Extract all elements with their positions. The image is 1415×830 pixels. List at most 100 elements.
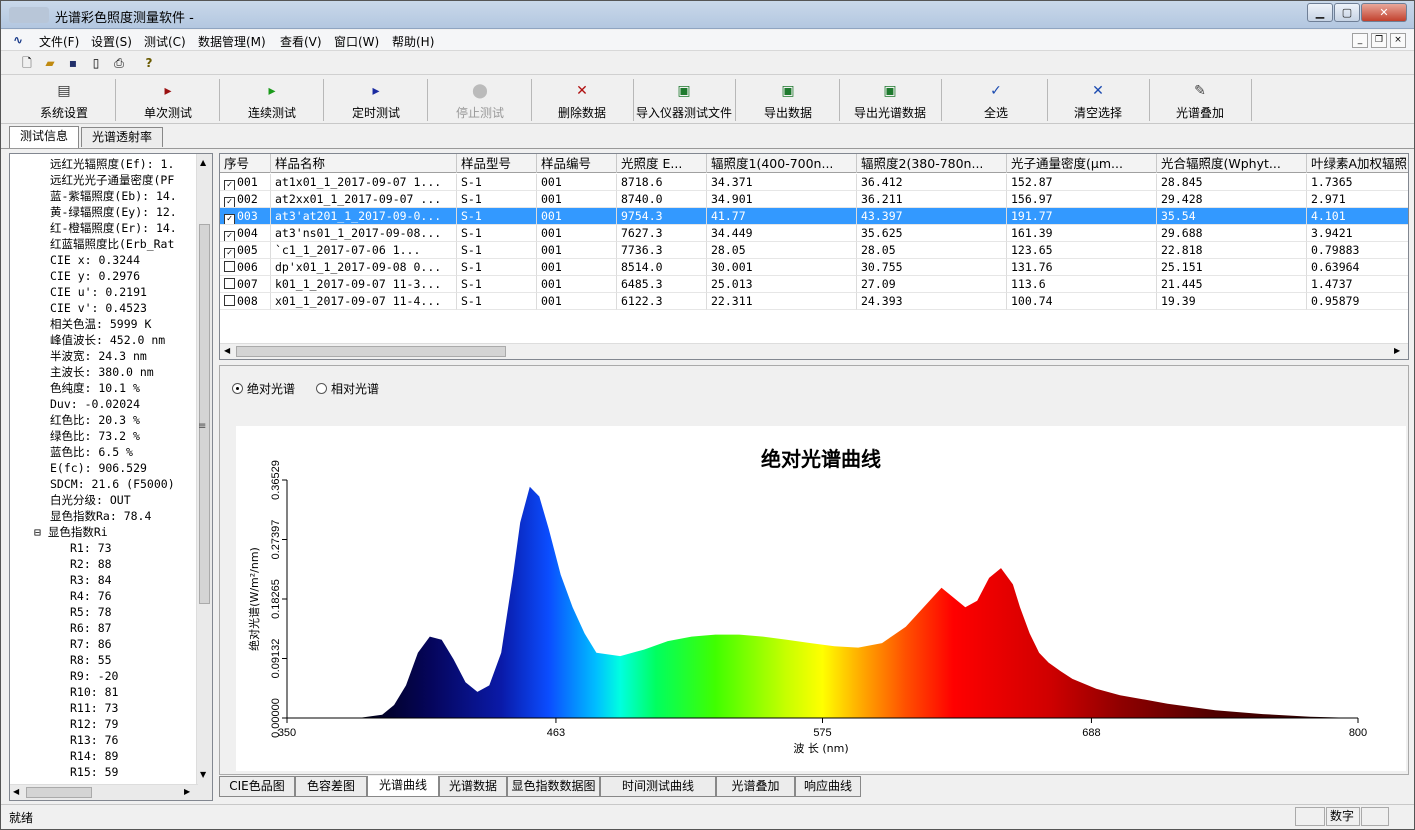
column-header[interactable]: 叶绿素A加权辐照 [1307, 154, 1408, 173]
toolbar-button-8[interactable]: ▣ 导出光谱数据 [839, 79, 942, 121]
chart-tab[interactable]: 响应曲线 [795, 776, 861, 797]
tree-item[interactable]: R4: 76 [70, 588, 112, 604]
column-header[interactable]: 辐照度1(400-700n... [707, 154, 857, 173]
table-row[interactable]: ✓ 002 at2xx01_1_2017-09-07 ... S-1 001 8740.0… [220, 191, 1408, 208]
help-icon[interactable]: ? [141, 55, 157, 71]
menu-test[interactable]: 测试(C) [144, 33, 186, 50]
table-hscroll-thumb[interactable] [236, 346, 506, 357]
tree-item[interactable]: 红色比: 20.3 % [50, 412, 140, 428]
tree-item[interactable]: R2: 88 [70, 556, 112, 572]
tree-item[interactable]: CIE x: 0.3244 [50, 252, 140, 268]
chart-tab[interactable]: 显色指数数据图 [507, 776, 600, 797]
table-row[interactable]: ✓ 005 `c1_1_2017-07-06 1... S-1 001 7736.3 28… [220, 242, 1408, 259]
column-header[interactable]: 辐照度2(380-780n... [857, 154, 1007, 173]
toolbar-button-2[interactable]: ▸ 连续测试 [221, 79, 324, 121]
radio-relative-spectrum[interactable]: 相对光谱 [316, 380, 379, 397]
scroll-left-icon[interactable]: ◀ [224, 346, 230, 355]
tree-vertical-scrollbar[interactable]: ▲ ▼ [196, 154, 212, 800]
chart-tab[interactable]: 光谱数据 [439, 776, 507, 797]
menu-file[interactable]: 文件(F) [39, 33, 79, 50]
table-row[interactable]: ✓ 003 at3'at201_1_2017-09-0... S-1 001 9754.3… [220, 208, 1408, 225]
toolbar-button-1[interactable]: ▸ 单次测试 [117, 79, 220, 121]
tree-item[interactable]: 色纯度: 10.1 % [50, 380, 140, 396]
toolbar-button-7[interactable]: ▣ 导出数据 [737, 79, 840, 121]
menu-window[interactable]: 窗口(W) [334, 33, 379, 50]
chart-tab[interactable]: 光谱叠加 [716, 776, 795, 797]
tree-item[interactable]: R1: 73 [70, 540, 112, 556]
tree-item[interactable]: 相关色温: 5999 K [50, 316, 151, 332]
column-header[interactable]: 样品名称 [271, 154, 457, 173]
tree-item[interactable]: CIE u': 0.2191 [50, 284, 147, 300]
column-header[interactable]: 光合辐照度(Wphyt... [1157, 154, 1307, 173]
tree-item[interactable]: CIE v': 0.4523 [50, 300, 147, 316]
open-folder-icon[interactable]: ▰ [42, 55, 58, 71]
row-checkbox[interactable]: ✓ [224, 197, 235, 207]
test-info-tree[interactable]: ▲ ▼ ◀ ▶ 远红光辐照度(Ef): 1. 远红光光子通量密度(PF 蓝-紫辐照度… [9, 153, 213, 801]
row-checkbox[interactable]: ✓ [224, 180, 235, 190]
row-checkbox[interactable] [224, 295, 235, 306]
column-header[interactable]: 光照度 E... [617, 154, 707, 173]
tree-item[interactable]: R3: 84 [70, 572, 112, 588]
tree-scroll-thumb[interactable] [199, 224, 210, 604]
tree-item[interactable]: 红-橙辐照度(Er): 14. [50, 220, 177, 236]
tree-item[interactable]: SDCM: 21.6 (F5000) [50, 476, 175, 492]
tree-item[interactable]: R8: 55 [70, 652, 112, 668]
scroll-right-icon[interactable]: ▶ [1394, 346, 1400, 355]
tree-item[interactable]: 蓝-紫辐照度(Eb): 14. [50, 188, 177, 204]
scroll-down-icon[interactable]: ▼ [200, 770, 206, 779]
toolbar-button-3[interactable]: ▸ 定时测试 [325, 79, 428, 121]
tree-item[interactable]: 远红光辐照度(Ef): 1. [50, 156, 174, 172]
table-row[interactable]: 007 k01_1_2017-09-07 11-3... S-1 001 6485.3 2… [220, 276, 1408, 293]
tree-item[interactable]: Duv: -0.02024 [50, 396, 140, 412]
row-checkbox[interactable]: ✓ [224, 231, 235, 241]
toolbar-button-10[interactable]: ✕ 清空选择 [1047, 79, 1150, 121]
tree-item[interactable]: 主波长: 380.0 nm [50, 364, 154, 380]
tree-group-node[interactable]: ⊟ 显色指数Ri [34, 524, 108, 540]
toolbar-button-6[interactable]: ▣ 导入仪器测试文件 [633, 79, 736, 121]
chart-tab[interactable]: CIE色品图 [219, 776, 295, 797]
tree-item[interactable]: R14: 89 [70, 748, 118, 764]
toolbar-button-5[interactable]: ✕ 删除数据 [531, 79, 634, 121]
print-icon[interactable]: ⎙ [111, 55, 127, 71]
tree-item[interactable]: R10: 81 [70, 684, 118, 700]
chart-tab[interactable]: 时间测试曲线 [600, 776, 716, 797]
tree-item[interactable]: 红蓝辐照度比(Erb_Rat [50, 236, 174, 252]
close-button[interactable]: ✕ [1361, 3, 1407, 22]
tree-item[interactable]: 显色指数Ra: 78.4 [50, 508, 151, 524]
tab-test-info[interactable]: 测试信息 [9, 126, 79, 148]
mdi-minimize-button[interactable]: _ [1352, 33, 1368, 48]
tree-item[interactable]: 绿色比: 73.2 % [50, 428, 140, 444]
tree-hscroll-thumb[interactable] [26, 787, 92, 798]
tree-item[interactable]: 黄-绿辐照度(Ey): 12. [50, 204, 177, 220]
mdi-restore-button[interactable]: ❐ [1371, 33, 1387, 48]
tree-horizontal-scrollbar[interactable]: ◀ ▶ [10, 784, 198, 800]
column-header[interactable]: 序号 [220, 154, 271, 173]
maximize-button[interactable]: ▢ [1334, 3, 1360, 22]
new-file-icon[interactable]: 🗋 [19, 55, 35, 71]
menu-help[interactable]: 帮助(H) [392, 33, 434, 50]
save-icon[interactable]: ▪ [65, 55, 81, 71]
toolbar-button-0[interactable]: ▤ 系统设置 [13, 79, 116, 121]
tree-item[interactable]: R5: 78 [70, 604, 112, 620]
menu-view[interactable]: 查看(V) [280, 33, 322, 50]
tree-item[interactable]: 半波宽: 24.3 nm [50, 348, 147, 364]
scroll-right-icon[interactable]: ▶ [184, 787, 190, 796]
mdi-app-icon[interactable]: ∿ [13, 33, 23, 47]
minimize-button[interactable]: ▁ [1307, 3, 1333, 22]
table-row[interactable]: 008 x01_1_2017-09-07 11-4... S-1 001 6122.3 2… [220, 293, 1408, 310]
toolbar-button-9[interactable]: ✓ 全选 [945, 79, 1048, 121]
splitter-grip-icon[interactable]: ≡ [198, 421, 206, 432]
tree-item[interactable]: R11: 73 [70, 700, 118, 716]
scroll-left-icon[interactable]: ◀ [13, 787, 19, 796]
row-checkbox[interactable] [224, 278, 235, 289]
tree-item[interactable]: R15: 59 [70, 764, 118, 780]
column-header[interactable]: 样品型号 [457, 154, 537, 173]
column-header[interactable]: 样品编号 [537, 154, 617, 173]
row-checkbox[interactable] [224, 261, 235, 272]
mdi-close-button[interactable]: × [1390, 33, 1406, 48]
tree-item[interactable]: E(fc): 906.529 [50, 460, 147, 476]
tree-item[interactable]: 白光分级: OUT [50, 492, 131, 508]
data-table[interactable]: 序号 样品名称 样品型号 样品编号 光照度 E... 辐照度1(400-700n... 辐照… [219, 153, 1409, 360]
chart-tab[interactable]: 色容差图 [295, 776, 367, 797]
chart-tab[interactable]: 光谱曲线 [367, 776, 439, 797]
